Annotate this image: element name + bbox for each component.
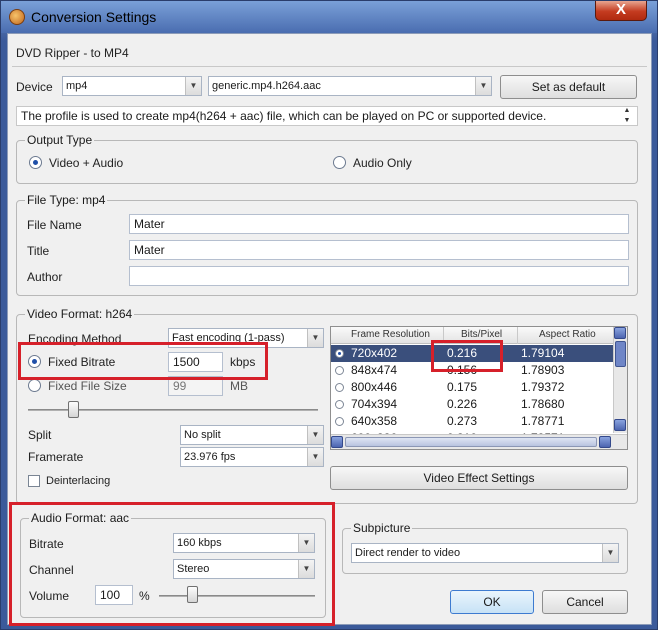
row-radio[interactable] bbox=[335, 349, 344, 358]
scroll-down-icon[interactable] bbox=[614, 419, 626, 431]
fixed-file-size-unit: MB bbox=[230, 379, 248, 393]
split-label: Split bbox=[28, 428, 52, 442]
ok-button[interactable]: OK bbox=[450, 590, 534, 614]
file-name-input[interactable]: Mater bbox=[129, 214, 629, 234]
file-size-slider-thumb[interactable] bbox=[68, 401, 79, 418]
scroll-down-icon[interactable]: ▼ bbox=[618, 116, 636, 126]
subpicture-title: Subpicture bbox=[351, 521, 413, 535]
split-select[interactable]: No split ▼ bbox=[180, 425, 324, 445]
set-as-default-button[interactable]: Set as default bbox=[500, 75, 637, 99]
framerate-select[interactable]: 23.976 fps ▼ bbox=[180, 447, 324, 467]
audio-only-radio[interactable] bbox=[333, 156, 346, 169]
video-audio-label: Video + Audio bbox=[49, 156, 124, 170]
column-header[interactable]: Aspect Ratio bbox=[539, 329, 596, 340]
table-cell: 800x446 bbox=[351, 380, 398, 394]
deinterlacing-checkbox[interactable] bbox=[28, 475, 40, 487]
fixed-file-size-label: Fixed File Size bbox=[48, 379, 127, 393]
table-row[interactable]: 800x446 0.175 1.79372 bbox=[331, 379, 613, 396]
scroll-up-icon[interactable] bbox=[614, 327, 626, 339]
column-header[interactable]: Frame Resolution bbox=[351, 329, 430, 340]
device-type-value: mp4 bbox=[66, 80, 88, 92]
table-cell: 1.78903 bbox=[521, 363, 565, 377]
output-type-group: Output Type Video + Audio Audio Only bbox=[16, 133, 638, 184]
video-audio-radio[interactable] bbox=[29, 156, 42, 169]
table-cell: 1.78771 bbox=[521, 414, 565, 428]
divider bbox=[12, 66, 647, 67]
chevron-down-icon: ▼ bbox=[307, 448, 323, 466]
video-format-title: Video Format: h264 bbox=[25, 307, 135, 321]
table-vertical-scrollbar[interactable] bbox=[613, 327, 627, 433]
author-label: Author bbox=[27, 270, 63, 284]
row-radio[interactable] bbox=[335, 417, 344, 426]
title-label: Title bbox=[27, 244, 50, 258]
table-row[interactable]: 640x358 0.273 1.78771 bbox=[331, 413, 613, 430]
fixed-file-size-radio[interactable] bbox=[28, 379, 41, 392]
column-header[interactable]: Bits/Pixel bbox=[461, 329, 502, 340]
window-title: Conversion Settings bbox=[31, 9, 157, 25]
table-cell: 0.273 bbox=[447, 414, 478, 428]
author-input[interactable] bbox=[129, 266, 629, 286]
table-cell: 1.78680 bbox=[521, 397, 565, 411]
scroll-up-icon[interactable]: ▲ bbox=[618, 106, 636, 116]
title-input[interactable]: Mater bbox=[129, 240, 629, 260]
device-type-select[interactable]: mp4 ▼ bbox=[62, 76, 202, 96]
framerate-value: 23.976 fps bbox=[184, 451, 236, 463]
file-type-group: File Type: mp4 File Name Mater Title Mat… bbox=[16, 193, 638, 296]
framerate-label: Framerate bbox=[28, 450, 84, 464]
device-profile-value: generic.mp4.h264.aac bbox=[212, 80, 321, 92]
table-cell: 1.79104 bbox=[521, 346, 565, 360]
profile-description: The profile is used to create mp4(h264 +… bbox=[21, 109, 547, 123]
chevron-down-icon: ▼ bbox=[307, 329, 323, 347]
subpicture-group: Subpicture Direct render to video ▼ bbox=[342, 521, 628, 574]
chevron-down-icon: ▼ bbox=[307, 426, 323, 444]
bitrate-highlight-box bbox=[18, 342, 268, 380]
table-horizontal-scrollbar[interactable] bbox=[331, 434, 627, 449]
subpicture-value: Direct render to video bbox=[355, 547, 461, 559]
cancel-button[interactable]: Cancel bbox=[542, 590, 628, 614]
table-row[interactable]: 704x394 0.226 1.78680 bbox=[331, 396, 613, 413]
scroll-thumb[interactable] bbox=[345, 437, 597, 447]
output-type-title: Output Type bbox=[25, 133, 95, 147]
conversion-settings-window: Conversion Settings X DVD Ripper - to MP… bbox=[0, 0, 658, 630]
file-name-label: File Name bbox=[27, 218, 82, 232]
table-cell: 848x474 bbox=[351, 363, 398, 377]
column-divider bbox=[517, 327, 518, 344]
app-icon bbox=[9, 9, 25, 25]
subpicture-select[interactable]: Direct render to video ▼ bbox=[351, 543, 619, 563]
chevron-down-icon: ▼ bbox=[602, 544, 618, 562]
bits-per-pixel-highlight-box bbox=[431, 340, 503, 372]
row-radio[interactable] bbox=[335, 366, 344, 375]
table-cell: 0.175 bbox=[447, 380, 478, 394]
dialog-body: DVD Ripper - to MP4 Device mp4 ▼ generic… bbox=[7, 33, 652, 626]
row-radio[interactable] bbox=[335, 383, 344, 392]
audio-format-highlight-box bbox=[9, 502, 335, 626]
split-value: No split bbox=[184, 429, 221, 441]
video-effect-settings-button[interactable]: Video Effect Settings bbox=[330, 466, 628, 490]
table-cell: 640x358 bbox=[351, 414, 398, 428]
title-bar: Conversion Settings X bbox=[1, 1, 657, 33]
scroll-right-icon[interactable] bbox=[599, 436, 611, 448]
table-cell: 704x394 bbox=[351, 397, 398, 411]
device-label: Device bbox=[16, 80, 53, 94]
close-button[interactable]: X bbox=[595, 1, 647, 21]
scroll-left-icon[interactable] bbox=[331, 436, 343, 448]
dialog-subtitle: DVD Ripper - to MP4 bbox=[16, 46, 129, 60]
device-profile-select[interactable]: generic.mp4.h264.aac ▼ bbox=[208, 76, 492, 96]
row-radio[interactable] bbox=[335, 400, 344, 409]
table-cell: 1.79372 bbox=[521, 380, 565, 394]
table-cell: 720x402 bbox=[351, 346, 398, 360]
description-scroll[interactable]: ▲ ▼ bbox=[618, 106, 636, 126]
chevron-down-icon: ▼ bbox=[475, 77, 491, 95]
file-type-title: File Type: mp4 bbox=[25, 193, 108, 207]
audio-only-label: Audio Only bbox=[353, 156, 412, 170]
profile-description-box: The profile is used to create mp4(h264 +… bbox=[16, 106, 638, 126]
deinterlacing-label: Deinterlacing bbox=[46, 475, 111, 487]
scroll-thumb[interactable] bbox=[615, 341, 626, 367]
chevron-down-icon: ▼ bbox=[185, 77, 201, 95]
table-cell: 0.226 bbox=[447, 397, 478, 411]
